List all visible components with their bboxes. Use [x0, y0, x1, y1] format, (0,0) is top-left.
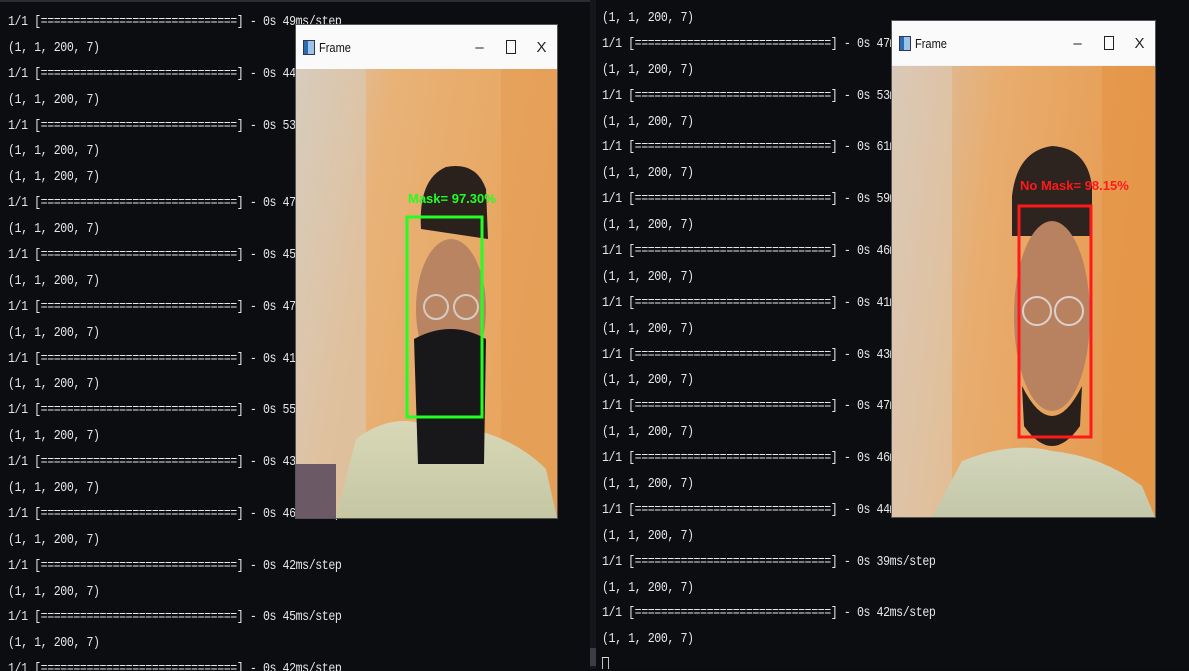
- terminal-line: 1/1 [==============================] - 0…: [602, 36, 936, 52]
- terminal-line: 1/1 [==============================] - 0…: [8, 248, 342, 264]
- close-icon: X: [1134, 34, 1145, 52]
- terminal-prompt[interactable]: [602, 653, 935, 669]
- terminal-line: 1/1 [==============================] - 0…: [602, 244, 936, 260]
- terminal-line: 1/1 [==============================] - 0…: [8, 351, 342, 367]
- terminal-line: 1/1 [==============================] - 0…: [8, 403, 342, 419]
- terminal-line: (1, 1, 200, 7): [8, 170, 100, 186]
- webcam-image: Mask= 97.30%: [296, 69, 557, 518]
- terminal-line: 1/1 [==============================] - 0…: [602, 88, 936, 104]
- terminal-line: (1, 1, 200, 7): [8, 40, 100, 56]
- close-icon: X: [536, 38, 547, 56]
- minimize-icon: –: [1073, 34, 1082, 52]
- terminal-line: (1, 1, 200, 7): [602, 580, 694, 596]
- terminal-line: 1/1 [==============================] - 0…: [602, 502, 936, 518]
- terminal-line: (1, 1, 200, 7): [602, 528, 694, 544]
- terminal-line: 1/1 [==============================] - 0…: [602, 192, 936, 208]
- terminal-line: (1, 1, 200, 7): [8, 481, 100, 497]
- terminal-line: (1, 1, 200, 7): [8, 532, 100, 548]
- terminal-line: (1, 1, 200, 7): [8, 584, 100, 600]
- maximize-icon: [505, 40, 516, 54]
- terminal-line: (1, 1, 200, 7): [8, 144, 100, 160]
- terminal-line: (1, 1, 200, 7): [8, 429, 100, 445]
- terminal-line: (1, 1, 200, 7): [602, 11, 694, 26]
- window-title: Frame: [319, 39, 351, 55]
- terminal-line: 1/1 [==============================] - 0…: [602, 554, 936, 570]
- terminal-line: (1, 1, 200, 7): [8, 377, 100, 393]
- maximize-button[interactable]: [1093, 21, 1124, 65]
- terminal-line: 1/1 [==============================] - 0…: [602, 295, 936, 311]
- terminal-line: 1/1 [==============================] - 0…: [8, 118, 342, 134]
- window-title: Frame: [915, 35, 947, 51]
- window-titlebar[interactable]: Frame – X: [892, 21, 1155, 65]
- terminal-line: 1/1 [==============================] - 0…: [8, 558, 342, 574]
- terminal-line: 1/1 [==============================] - 0…: [8, 299, 342, 315]
- terminal-line: (1, 1, 200, 7): [602, 166, 694, 182]
- terminal-line: (1, 1, 200, 7): [8, 636, 100, 652]
- terminal-line: 1/1 [==============================] - 0…: [8, 610, 342, 626]
- terminal-line: (1, 1, 200, 7): [8, 325, 100, 341]
- frame-window-no-mask[interactable]: Frame – X No Mask= 98.15%: [892, 21, 1155, 517]
- window-app-icon: [899, 35, 911, 51]
- camera-frame: Mask= 97.30%: [296, 69, 557, 518]
- minimize-button[interactable]: –: [1062, 21, 1093, 65]
- maximize-button[interactable]: [495, 25, 526, 69]
- terminal-line: 1/1 [==============================] - 0…: [602, 451, 936, 467]
- terminal-line: (1, 1, 200, 7): [602, 218, 694, 234]
- terminal-output: (1, 1, 200, 7) 1/1 [=====================…: [602, 6, 936, 669]
- minimize-button[interactable]: –: [464, 25, 495, 69]
- terminal-line: (1, 1, 200, 7): [602, 477, 694, 493]
- maximize-icon: [1103, 36, 1114, 50]
- terminal-line: (1, 1, 200, 7): [8, 273, 100, 289]
- terminal-line: (1, 1, 200, 7): [602, 632, 694, 648]
- window-app-icon: [303, 39, 315, 55]
- detection-label: No Mask= 98.15%: [1020, 178, 1129, 193]
- terminal-output: 1/1 [==============================] - 0…: [8, 10, 342, 671]
- terminal-line: (1, 1, 200, 7): [8, 92, 100, 108]
- cursor-icon: [602, 656, 609, 669]
- terminal-line: 1/1 [==============================] - 0…: [8, 66, 342, 82]
- detection-label: Mask= 97.30%: [408, 191, 496, 206]
- terminal-line: 1/1 [==============================] - 0…: [8, 506, 342, 522]
- terminal-line: (1, 1, 200, 7): [602, 62, 694, 78]
- terminal-line: (1, 1, 200, 7): [602, 373, 694, 389]
- window-titlebar[interactable]: Frame – X: [296, 25, 557, 69]
- terminal-line: (1, 1, 200, 7): [602, 321, 694, 337]
- terminal-line: (1, 1, 200, 7): [602, 425, 694, 441]
- terminal-line: (1, 1, 200, 7): [602, 269, 694, 285]
- terminal-line: 1/1 [==============================] - 0…: [8, 196, 342, 212]
- terminal-line: (1, 1, 200, 7): [8, 222, 100, 238]
- terminal-line: 1/1 [==============================] - 0…: [602, 140, 936, 156]
- terminal-line: (1, 1, 200, 7): [602, 114, 694, 130]
- frame-window-mask[interactable]: Frame – X Mask= 97.30%: [296, 25, 557, 518]
- terminal-line: 1/1 [==============================] - 0…: [602, 399, 936, 415]
- terminal-line: 1/1 [==============================] - 0…: [8, 15, 342, 30]
- terminal-line: 1/1 [==============================] - 0…: [602, 347, 936, 363]
- close-button[interactable]: X: [1124, 21, 1155, 65]
- minimize-icon: –: [475, 38, 484, 56]
- webcam-image: No Mask= 98.15%: [892, 66, 1155, 517]
- camera-frame: No Mask= 98.15%: [892, 66, 1155, 517]
- close-button[interactable]: X: [526, 25, 557, 69]
- terminal-line: 1/1 [==============================] - 0…: [8, 455, 342, 471]
- terminal-line: 1/1 [==============================] - 0…: [602, 606, 936, 622]
